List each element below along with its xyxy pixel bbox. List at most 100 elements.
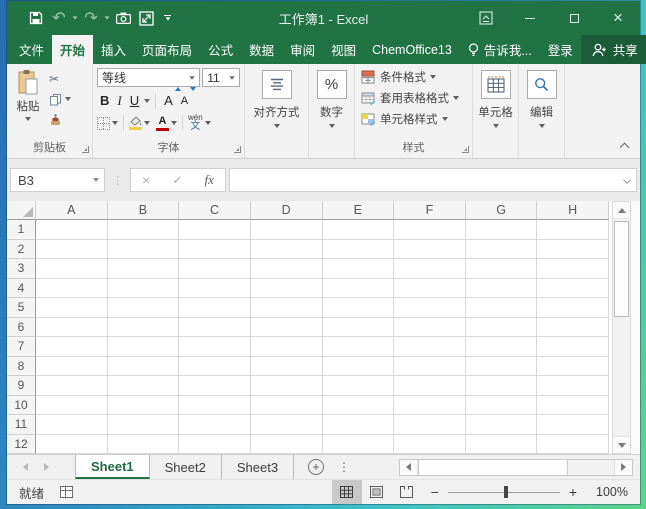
cell-D5[interactable] [251, 298, 323, 318]
column-header-G[interactable]: G [466, 201, 538, 220]
sheet-tab-sheet1[interactable]: Sheet1 [75, 455, 150, 479]
zoom-in-button[interactable]: + [560, 484, 586, 500]
cell-D1[interactable] [251, 220, 323, 240]
cell-E3[interactable] [323, 259, 395, 279]
cell-E1[interactable] [323, 220, 395, 240]
cell-B9[interactable] [108, 376, 180, 396]
cell-B4[interactable] [108, 279, 180, 299]
underline-dropdown-icon[interactable] [144, 99, 150, 103]
scroll-left-icon[interactable] [400, 460, 418, 475]
font-dialog-launcher-icon[interactable] [234, 146, 241, 153]
format-as-table-button[interactable]: 套用表格格式 [361, 90, 459, 106]
column-header-D[interactable]: D [251, 201, 323, 220]
row-header-2[interactable]: 2 [7, 240, 36, 260]
cell-E5[interactable] [323, 298, 395, 318]
cell-H6[interactable] [537, 318, 609, 338]
insert-function-icon[interactable]: fx [205, 172, 214, 188]
cell-F4[interactable] [394, 279, 466, 299]
expand-formula-bar-icon[interactable] [623, 176, 631, 184]
font-size-combo[interactable]: 11 [202, 68, 240, 87]
cell-A11[interactable] [36, 415, 108, 435]
scroll-down-icon[interactable] [613, 436, 630, 453]
cell-C7[interactable] [179, 337, 251, 357]
cell-G12[interactable] [466, 435, 538, 455]
cell-G3[interactable] [466, 259, 538, 279]
phonetic-guide-button[interactable]: wén 文 [188, 114, 203, 132]
cell-E4[interactable] [323, 279, 395, 299]
cell-F2[interactable] [394, 240, 466, 260]
cell-H4[interactable] [537, 279, 609, 299]
new-sheet-button[interactable]: + [308, 459, 324, 475]
cell-F5[interactable] [394, 298, 466, 318]
page-layout-view-button[interactable] [362, 480, 392, 504]
cell-D10[interactable] [251, 396, 323, 416]
column-header-F[interactable]: F [394, 201, 466, 220]
tab-view[interactable]: 视图 [323, 35, 364, 64]
clipboard-dialog-launcher-icon[interactable] [82, 146, 89, 153]
row-header-11[interactable]: 11 [7, 415, 36, 435]
cell-H2[interactable] [537, 240, 609, 260]
bold-button[interactable]: B [97, 91, 112, 110]
cell-F8[interactable] [394, 357, 466, 377]
cells-dropdown-icon[interactable] [493, 124, 499, 128]
row-header-1[interactable]: 1 [7, 220, 36, 240]
cell-C2[interactable] [179, 240, 251, 260]
row-header-12[interactable]: 12 [7, 435, 36, 455]
number-dropdown-icon[interactable] [329, 124, 335, 128]
cell-A5[interactable] [36, 298, 108, 318]
cell-H7[interactable] [537, 337, 609, 357]
cell-C10[interactable] [179, 396, 251, 416]
cell-A2[interactable] [36, 240, 108, 260]
row-header-4[interactable]: 4 [7, 279, 36, 299]
redo-icon[interactable]: ↷ [80, 5, 102, 31]
column-header-A[interactable]: A [36, 201, 108, 220]
cell-B12[interactable] [108, 435, 180, 455]
cell-C4[interactable] [179, 279, 251, 299]
cell-D4[interactable] [251, 279, 323, 299]
cell-C5[interactable] [179, 298, 251, 318]
cell-G9[interactable] [466, 376, 538, 396]
cell-E6[interactable] [323, 318, 395, 338]
alignment-dropdown-icon[interactable] [274, 124, 280, 128]
alignment-group[interactable]: 对齐方式 [245, 64, 309, 158]
cell-E8[interactable] [323, 357, 395, 377]
select-all-button[interactable] [7, 201, 36, 220]
customize-qat-icon[interactable] [164, 15, 171, 21]
copy-button[interactable] [49, 91, 71, 107]
cell-B2[interactable] [108, 240, 180, 260]
cells-group[interactable]: 单元格 [473, 64, 519, 158]
tab-home[interactable]: 开始 [52, 35, 93, 64]
cell-D2[interactable] [251, 240, 323, 260]
column-header-H[interactable]: H [537, 201, 609, 220]
cell-B1[interactable] [108, 220, 180, 240]
phonetic-dropdown-icon[interactable] [205, 121, 211, 125]
cell-A4[interactable] [36, 279, 108, 299]
cell-H11[interactable] [537, 415, 609, 435]
cell-F6[interactable] [394, 318, 466, 338]
column-header-B[interactable]: B [108, 201, 180, 220]
camera-icon[interactable] [112, 5, 134, 31]
cell-B5[interactable] [108, 298, 180, 318]
horizontal-scrollbar[interactable] [399, 459, 633, 476]
cell-F10[interactable] [394, 396, 466, 416]
cell-F3[interactable] [394, 259, 466, 279]
cell-D3[interactable] [251, 259, 323, 279]
minimize-button[interactable] [508, 1, 552, 35]
cell-F1[interactable] [394, 220, 466, 240]
cell-G1[interactable] [466, 220, 538, 240]
cell-E2[interactable] [323, 240, 395, 260]
cell-B8[interactable] [108, 357, 180, 377]
enter-icon[interactable]: ✓ [172, 173, 182, 187]
font-name-combo[interactable]: 等线 [97, 68, 200, 87]
zoom-slider-thumb[interactable] [504, 486, 508, 498]
cell-D8[interactable] [251, 357, 323, 377]
cell-G11[interactable] [466, 415, 538, 435]
styles-dialog-launcher-icon[interactable] [462, 146, 469, 153]
tab-chemoffice[interactable]: ChemOffice13 [364, 35, 460, 64]
cell-D12[interactable] [251, 435, 323, 455]
cell-C9[interactable] [179, 376, 251, 396]
cell-H3[interactable] [537, 259, 609, 279]
cell-styles-button[interactable]: 单元格样式 [361, 111, 448, 127]
normal-view-button[interactable] [332, 480, 362, 504]
borders-dropdown-icon[interactable] [112, 121, 118, 125]
